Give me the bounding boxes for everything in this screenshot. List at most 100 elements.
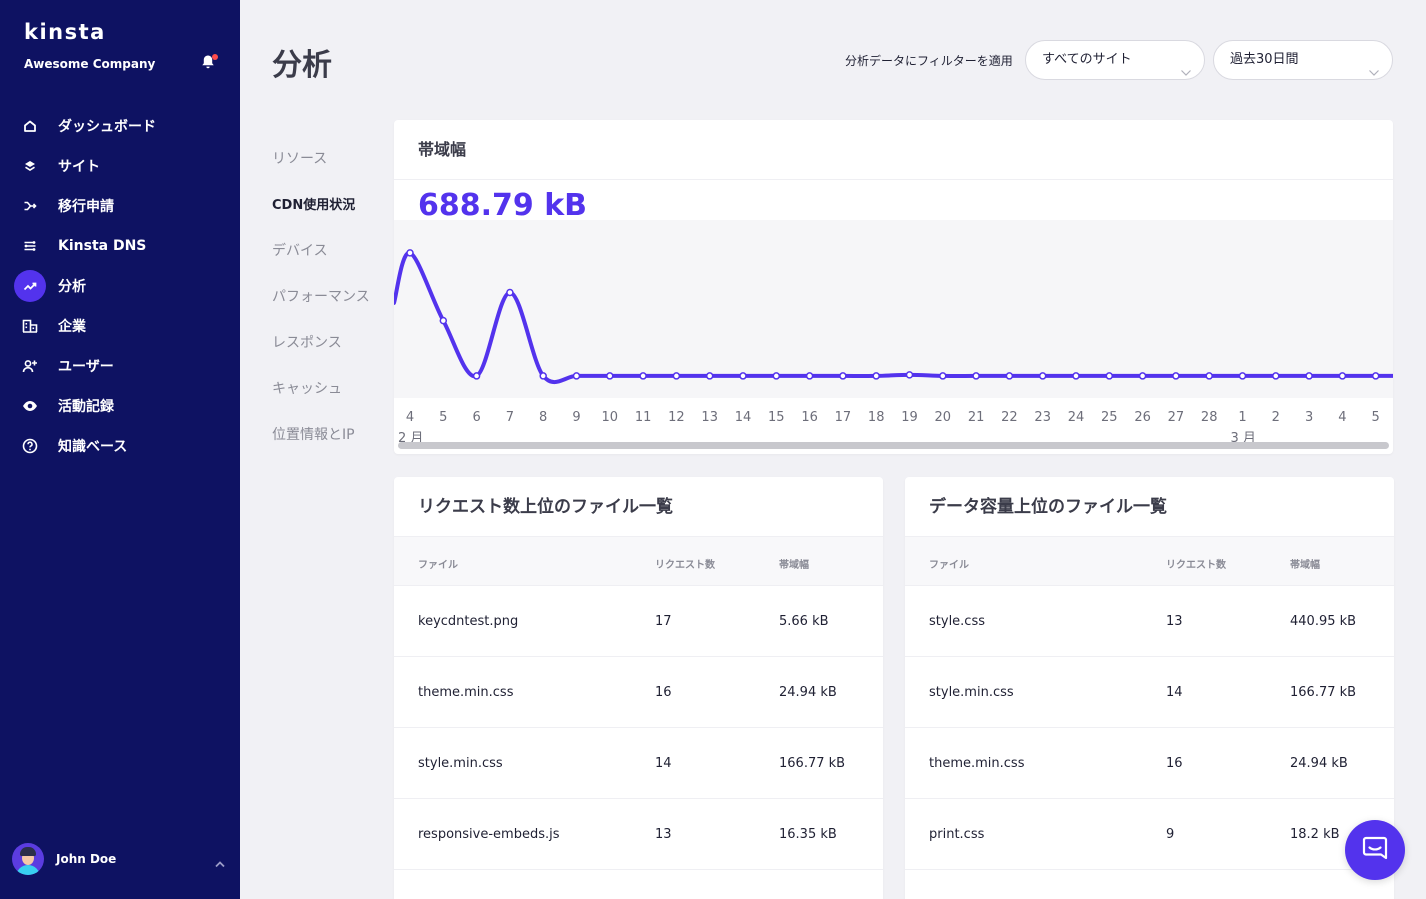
subnav-geo-ip[interactable]: 位置情報とIP — [272, 424, 382, 470]
x-tick-label: 16 — [801, 410, 818, 425]
bandwidth-value: 166.77 kB — [779, 756, 846, 771]
data-point[interactable] — [772, 372, 781, 380]
data-point[interactable] — [839, 372, 847, 380]
file-name: responsive-embeds.js — [418, 827, 560, 842]
x-tick-label: 28 — [1201, 410, 1218, 425]
bandwidth-value: 16.35 kB — [779, 827, 837, 842]
chat-icon — [1361, 834, 1389, 866]
nav-item-knowledge-base[interactable]: 知識ベース — [0, 426, 240, 466]
data-point[interactable] — [739, 372, 747, 380]
bandwidth-value: 5.66 kB — [779, 614, 829, 629]
data-point[interactable] — [639, 372, 647, 380]
notification-bell-icon[interactable] — [201, 54, 218, 70]
nav-label: ユーザー — [58, 359, 114, 375]
table-row: print.css 9 18.2 kB — [905, 799, 1394, 870]
x-tick-label: 9 — [572, 410, 580, 425]
nav-label: ダッシュボード — [58, 119, 156, 135]
data-point[interactable] — [1005, 372, 1014, 380]
chevron-down-icon — [1368, 55, 1380, 93]
table-row: theme.min.css 16 24.94 kB — [394, 657, 883, 728]
chart-scrollbar[interactable] — [398, 442, 1389, 449]
nav-item-users[interactable]: ユーザー — [0, 346, 240, 386]
subnav-resources[interactable]: リソース — [272, 148, 382, 194]
data-point[interactable] — [939, 372, 947, 380]
x-tick-label: 24 — [1068, 410, 1085, 425]
data-point[interactable] — [872, 372, 880, 380]
column-bandwidth[interactable]: 帯域幅 — [1290, 556, 1320, 571]
nav-item-dashboard[interactable]: ダッシュボード — [0, 106, 240, 146]
subnav-response[interactable]: レスポンス — [272, 332, 382, 378]
table-row: theme.min.css 16 24.94 kB — [905, 728, 1394, 799]
nav-item-migration[interactable]: 移行申請 — [0, 186, 240, 226]
data-point[interactable] — [1272, 372, 1280, 380]
subnav-cache[interactable]: キャッシュ — [272, 378, 382, 424]
data-point[interactable] — [1172, 372, 1180, 380]
site-filter-value: すべてのサイト — [1042, 52, 1132, 67]
x-tick-label: 25 — [1101, 410, 1118, 425]
top-requests-title: リクエスト数上位のファイル一覧 — [394, 477, 883, 537]
data-point[interactable] — [1205, 372, 1213, 380]
date-range-select[interactable]: 過去30日間 — [1213, 40, 1393, 80]
data-point[interactable] — [1371, 372, 1380, 380]
data-point[interactable] — [705, 372, 714, 380]
chart-plot-area — [394, 220, 1393, 398]
nav-item-company[interactable]: 企業 — [0, 306, 240, 346]
data-point[interactable] — [1105, 372, 1114, 380]
column-bandwidth[interactable]: 帯域幅 — [779, 556, 809, 571]
nav-item-kinsta-dns[interactable]: Kinsta DNS — [0, 226, 240, 266]
subnav-devices[interactable]: デバイス — [272, 240, 382, 286]
column-requests[interactable]: リクエスト数 — [655, 556, 715, 571]
x-tick-label: 1 — [1238, 410, 1246, 425]
data-point[interactable] — [1072, 372, 1080, 380]
top-requests-card: リクエスト数上位のファイル一覧 ファイル リクエスト数 帯域幅 keycdnte… — [394, 477, 883, 899]
file-name: theme.min.css — [929, 756, 1025, 771]
nav-item-activity-log[interactable]: 活動記録 — [0, 386, 240, 426]
x-tick-label: 15 — [768, 410, 785, 425]
data-point[interactable] — [439, 316, 448, 325]
x-tick-label: 2 — [1272, 410, 1280, 425]
site-filter-select[interactable]: すべてのサイト — [1025, 40, 1205, 80]
data-point[interactable] — [672, 372, 681, 380]
bandwidth-value: 18.2 kB — [1290, 827, 1340, 842]
filter-label: 分析データにフィルターを適用 — [845, 54, 1013, 68]
bandwidth-chart: 4 5 6 7 8 9 10 11 12 13 14 15 16 17 18 19 20 21 22 23 24 25 26… — [394, 220, 1393, 446]
bandwidth-value: 166.77 kB — [1290, 685, 1357, 700]
data-point[interactable] — [972, 372, 980, 380]
data-point[interactable] — [506, 288, 514, 297]
x-tick-label: 13 — [701, 410, 718, 425]
company-name[interactable]: Awesome Company — [24, 57, 155, 71]
x-tick-label: 19 — [901, 410, 918, 425]
subnav-cdn-usage[interactable]: CDN使用状況 — [272, 194, 382, 240]
data-point[interactable] — [539, 372, 547, 380]
data-point[interactable] — [606, 372, 614, 380]
data-point[interactable] — [1038, 372, 1047, 380]
data-point[interactable] — [1338, 372, 1347, 380]
table-row: keycdntest.png 17 5.66 kB — [394, 586, 883, 657]
data-point[interactable] — [572, 372, 581, 380]
request-count: 13 — [1166, 614, 1183, 629]
data-point[interactable] — [1138, 372, 1147, 380]
analytics-icon — [14, 270, 46, 302]
data-point[interactable] — [1238, 372, 1247, 380]
data-point[interactable] — [1305, 372, 1313, 380]
table-row: style.min.css 14 166.77 kB — [905, 657, 1394, 728]
nav-item-sites[interactable]: サイト — [0, 146, 240, 186]
data-point[interactable] — [905, 371, 914, 379]
column-requests[interactable]: リクエスト数 — [1166, 556, 1226, 571]
file-name: style.min.css — [929, 685, 1014, 700]
data-point[interactable] — [805, 372, 814, 380]
column-file[interactable]: ファイル — [929, 556, 969, 571]
chevron-down-icon — [1180, 55, 1192, 93]
chat-launcher-button[interactable] — [1345, 820, 1405, 880]
user-menu[interactable]: John Doe — [12, 843, 228, 875]
x-tick-label: 22 — [1001, 410, 1018, 425]
column-file[interactable]: ファイル — [418, 556, 458, 571]
x-tick-label: 20 — [935, 410, 952, 425]
data-point[interactable] — [406, 249, 414, 257]
request-count: 16 — [1166, 756, 1183, 771]
data-point[interactable] — [472, 372, 481, 380]
kinsta-logo[interactable]: kinsta — [24, 20, 106, 44]
nav-label: 知識ベース — [58, 439, 128, 455]
nav-item-analytics[interactable]: 分析 — [0, 266, 240, 306]
subnav-performance[interactable]: パフォーマンス — [272, 286, 382, 332]
